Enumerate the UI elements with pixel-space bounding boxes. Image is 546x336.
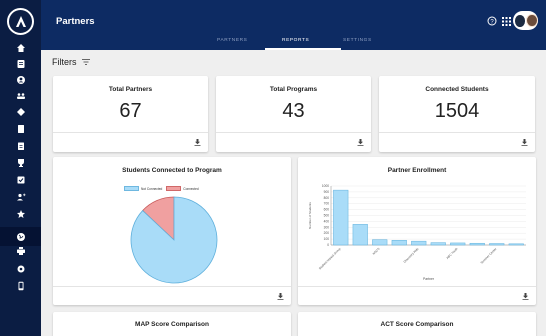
y-axis-label: Number of Students <box>308 202 312 229</box>
x-tick-label: Student Impact Group <box>318 247 342 271</box>
main-content: Filters Total Partners 67 Total Programs… <box>41 50 546 336</box>
legend-swatch <box>166 186 182 191</box>
download-icon[interactable] <box>194 139 201 146</box>
total-partners-card: Total Partners 67 <box>53 76 208 152</box>
bar[interactable] <box>391 240 407 246</box>
assignment-icon[interactable] <box>0 138 41 154</box>
card-title: Total Programs <box>269 86 318 93</box>
bar[interactable] <box>508 243 524 246</box>
bar[interactable] <box>333 189 349 246</box>
act-score-card: ACT Score Comparison <box>298 312 536 336</box>
app-logo[interactable] <box>7 8 34 35</box>
bar[interactable] <box>489 243 505 246</box>
y-tick-label: 400 <box>324 219 330 223</box>
y-tick-label: 500 <box>324 214 330 218</box>
bar[interactable] <box>352 224 368 246</box>
download-icon[interactable] <box>522 293 529 300</box>
bar[interactable] <box>450 242 466 246</box>
tab-settings[interactable]: SETTINGS <box>343 38 372 43</box>
card-title: MAP Score Comparison <box>135 321 209 328</box>
total-programs-card: Total Programs 43 <box>216 76 371 152</box>
card-title: Connected Students <box>425 86 489 93</box>
trophy-icon[interactable] <box>0 155 41 171</box>
tab-partners[interactable]: PARTNERS <box>217 38 247 43</box>
bar[interactable] <box>469 242 485 246</box>
map-score-card: MAP Score Comparison <box>53 312 291 336</box>
students-connected-card: Students Connected to Program Not Connec… <box>53 157 291 305</box>
card-divider <box>53 132 208 133</box>
top-header: Partners ? PARTNERS REPORTS SETTINGS <box>41 0 546 50</box>
phone-icon[interactable] <box>0 278 41 294</box>
tab-reports[interactable]: REPORTS <box>282 38 309 43</box>
profile-photo <box>526 14 538 27</box>
y-tick-label: 800 <box>324 196 330 200</box>
filters-label: Filters <box>52 57 77 67</box>
stat-value: 67 <box>119 100 142 122</box>
diamond-icon[interactable] <box>0 104 41 120</box>
card-divider <box>53 286 291 287</box>
legend-label: Connected <box>183 186 199 191</box>
org-avatar-icon <box>515 14 526 27</box>
card-title: Partner Enrollment <box>387 167 447 174</box>
account-circle-icon[interactable] <box>0 72 41 88</box>
book-icon[interactable] <box>0 121 41 137</box>
stat-value: 1504 <box>434 100 480 122</box>
y-tick-label: 0 <box>327 243 329 247</box>
print-icon[interactable] <box>0 243 41 259</box>
x-axis-label: Partner <box>423 277 435 281</box>
pie-chart <box>130 196 218 284</box>
card-divider <box>379 132 535 133</box>
y-tick-label: 300 <box>324 225 330 229</box>
x-tick-label: Discovery Kids <box>403 247 420 264</box>
home-icon[interactable] <box>0 40 41 56</box>
tab-bar: PARTNERS REPORTS SETTINGS <box>41 36 546 50</box>
bar[interactable] <box>372 239 388 246</box>
legend-item[interactable]: Connected <box>166 186 199 191</box>
bar[interactable] <box>430 242 446 246</box>
card-title: Students Connected to Program <box>122 167 222 174</box>
y-tick-label: 900 <box>324 190 330 194</box>
star-icon[interactable] <box>0 206 41 222</box>
legend-swatch <box>124 186 139 191</box>
person-add-icon[interactable] <box>0 189 41 205</box>
bar[interactable] <box>411 240 427 246</box>
y-tick-label: 700 <box>324 202 330 206</box>
user-avatar[interactable] <box>513 11 538 30</box>
download-icon[interactable] <box>521 139 528 146</box>
help-icon[interactable]: ? <box>486 15 498 27</box>
checkbox-icon[interactable] <box>0 172 41 188</box>
card-divider <box>216 132 371 133</box>
list-icon[interactable] <box>0 56 41 72</box>
sidebar <box>0 0 41 336</box>
group-icon[interactable] <box>0 88 41 104</box>
y-tick-label: 1000 <box>322 184 329 188</box>
filters-toggle[interactable]: Filters <box>52 57 90 67</box>
y-tick-label: 600 <box>324 208 330 212</box>
y-tick-label: 200 <box>324 231 330 235</box>
legend-label: Not Connected <box>141 186 163 191</box>
download-icon[interactable] <box>277 293 284 300</box>
connected-students-card: Connected Students 1504 <box>379 76 535 152</box>
settings-icon[interactable] <box>0 261 41 277</box>
bar-chart: 0 100 200 300 400500 600 700 800 900 1000 Student … <box>308 184 526 281</box>
y-tick-label: 100 <box>324 237 330 241</box>
x-tick-label: ABC Youth <box>445 247 458 260</box>
card-title: ACT Score Comparison <box>380 321 454 328</box>
filter-list-icon <box>81 59 90 65</box>
x-tick-label: NSCS <box>372 247 381 256</box>
download-icon[interactable] <box>357 139 364 146</box>
legend-item[interactable]: Not Connected <box>124 186 162 191</box>
page-title: Partners <box>56 16 95 27</box>
card-title: Total Partners <box>108 86 153 93</box>
card-divider <box>298 286 536 287</box>
pie-legend: Not Connected Connected <box>124 186 203 191</box>
partner-enrollment-card: Partner Enrollment 0 100 200 300 400 500 600 70… <box>298 157 536 305</box>
x-tick-label: Summer Center <box>480 247 498 265</box>
apps-grid-icon[interactable] <box>500 15 512 27</box>
stat-value: 43 <box>282 100 305 122</box>
